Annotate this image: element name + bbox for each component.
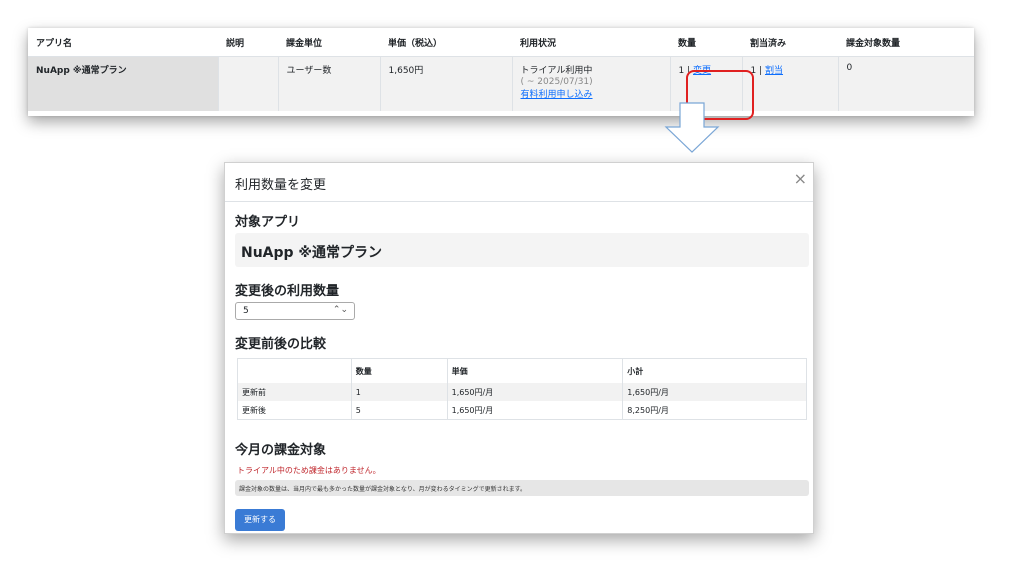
target-app-box: NuApp ※通常プラン bbox=[235, 233, 809, 267]
table-row: NuApp ※通常プラン ユーザー数 1,650円 トライアル利用中 ( ~ 2… bbox=[28, 56, 974, 111]
billing-note: 課金対象の数量は、当月内で最も多かった数量が課金対象となり、月が変わるタイミング… bbox=[239, 486, 526, 493]
comparison-header-label bbox=[238, 359, 352, 384]
change-quantity-modal: 利用数量を変更 × 対象アプリ NuApp ※通常プラン 変更後の利用数量 5 … bbox=[224, 162, 814, 534]
header-billable-quantity: 課金対象数量 bbox=[838, 28, 974, 57]
row-quantity: 5 bbox=[350, 401, 448, 420]
comparison-header-row: 数量 単価 小計 bbox=[238, 358, 807, 384]
comparison-header-quantity: 数量 bbox=[350, 358, 448, 383]
billing-unit-cell: ユーザー数 bbox=[277, 56, 380, 111]
modal-title: 利用数量を変更 bbox=[235, 178, 327, 193]
trial-warning: トライアル中のため課金はありません。 bbox=[237, 466, 381, 475]
billable-quantity-cell: 0 bbox=[837, 56, 974, 111]
comparison-heading: 変更前後の比較 bbox=[235, 337, 327, 352]
header-quantity: 数量 bbox=[670, 28, 742, 57]
new-quantity-heading: 変更後の利用数量 bbox=[235, 284, 340, 299]
description-cell bbox=[217, 56, 278, 111]
assign-link[interactable]: 割当 bbox=[765, 66, 783, 76]
status-text: トライアル利用中 bbox=[520, 66, 593, 76]
header-description: 説明 bbox=[218, 28, 278, 57]
quantity-select-value: 5 bbox=[243, 306, 249, 316]
quantity-select[interactable]: 5 ⌃⌄ bbox=[235, 302, 355, 320]
apps-table: アプリ名 説明 課金単位 単価（税込） 利用状況 数量 割当済み 課金対象数量 … bbox=[28, 28, 974, 111]
status-period: ( ~ 2025/07/31) bbox=[520, 77, 593, 87]
header-app-name: アプリ名 bbox=[28, 28, 218, 57]
target-app-heading: 対象アプリ bbox=[235, 215, 301, 230]
apps-table-panel: アプリ名 説明 課金単位 単価（税込） 利用状況 数量 割当済み 課金対象数量 … bbox=[28, 28, 974, 120]
billing-note-box: 課金対象の数量は、当月内で最も多かった数量が課金対象となり、月が変わるタイミング… bbox=[235, 480, 809, 496]
row-label: 更新後 bbox=[237, 401, 352, 420]
comparison-header-unit-price: 単価 bbox=[446, 358, 623, 383]
row-unit-price: 1,650円/月 bbox=[446, 383, 623, 401]
header-status: 利用状況 bbox=[512, 28, 670, 57]
row-unit-price: 1,650円/月 bbox=[446, 401, 623, 420]
close-icon[interactable]: × bbox=[794, 171, 807, 187]
comparison-header-subtotal: 小計 bbox=[622, 358, 807, 383]
update-button[interactable]: 更新する bbox=[235, 509, 285, 531]
paid-application-link[interactable]: 有料利用申し込み bbox=[521, 90, 593, 100]
assigned-cell: 1 | 割当 bbox=[741, 56, 838, 111]
header-billing-unit: 課金単位 bbox=[278, 28, 380, 57]
row-subtotal: 1,650円/月 bbox=[622, 383, 807, 401]
comparison-table: 数量 単価 小計 更新前 1 1,650円/月 1,650円/月 更新後 5 1… bbox=[237, 358, 807, 420]
select-arrows-icon: ⌃⌄ bbox=[332, 305, 348, 315]
row-subtotal: 8,250円/月 bbox=[622, 401, 807, 420]
status-cell: トライアル利用中 ( ~ 2025/07/31) 有料利用申し込み bbox=[511, 56, 670, 111]
target-app-name: NuApp ※通常プラン bbox=[241, 245, 383, 261]
table-row: 更新後 5 1,650円/月 8,250円/月 bbox=[237, 401, 807, 420]
app-name-cell: NuApp ※通常プラン bbox=[28, 56, 218, 111]
row-quantity: 1 bbox=[350, 383, 448, 401]
unit-price-cell: 1,650円 bbox=[379, 56, 512, 111]
header-unit-price: 単価（税込） bbox=[380, 28, 512, 57]
modal-header: 利用数量を変更 × bbox=[225, 163, 813, 202]
table-row: 更新前 1 1,650円/月 1,650円/月 bbox=[237, 383, 807, 401]
header-assigned: 割当済み bbox=[742, 28, 838, 57]
apps-table-header-row: アプリ名 説明 課金単位 単価（税込） 利用状況 数量 割当済み 課金対象数量 bbox=[28, 28, 974, 57]
down-arrow-icon bbox=[664, 102, 720, 153]
billing-heading: 今月の課金対象 bbox=[235, 443, 327, 458]
row-label: 更新前 bbox=[237, 383, 352, 401]
